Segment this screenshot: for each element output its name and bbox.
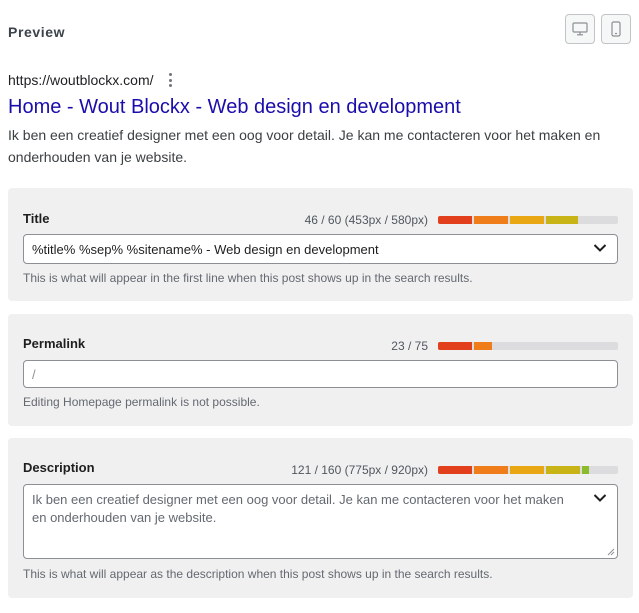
desktop-icon	[572, 22, 588, 36]
progress-segment	[546, 216, 578, 224]
desktop-preview-button[interactable]	[565, 14, 595, 44]
permalink-panel: Permalink 23 / 75 / Editing Homepage per…	[8, 314, 633, 426]
resize-handle-icon[interactable]	[607, 548, 615, 556]
permalink-progress-bar	[438, 342, 618, 350]
permalink-input[interactable]: /	[23, 360, 618, 388]
title-input[interactable]: %title% %sep% %sitename% - Web design en…	[23, 234, 618, 264]
description-panel: Description 121 / 160 (775px / 920px) Ik…	[8, 438, 633, 598]
progress-segment	[582, 466, 589, 474]
preview-heading: Preview	[8, 24, 66, 40]
serp-url: https://woutblockx.com/	[8, 72, 154, 88]
description-label: Description	[23, 460, 95, 475]
title-label: Title	[23, 211, 50, 226]
permalink-input-value: /	[32, 367, 36, 382]
description-help-text: This is what will appear as the descript…	[23, 567, 493, 581]
permalink-counter: 23 / 75	[391, 339, 428, 353]
progress-segment	[438, 216, 472, 224]
more-options-icon	[166, 73, 176, 87]
description-textarea[interactable]: Ik ben een creatief designer met een oog…	[23, 484, 618, 559]
title-help-text: This is what will appear in the first li…	[23, 271, 473, 285]
description-counter: 121 / 160 (775px / 920px)	[291, 463, 428, 477]
progress-segment	[438, 342, 472, 350]
title-counter: 46 / 60 (453px / 580px)	[304, 213, 428, 227]
title-progress-bar	[438, 216, 618, 224]
progress-segment	[474, 216, 508, 224]
description-progress-bar	[438, 466, 618, 474]
progress-segment	[510, 216, 544, 224]
progress-segment	[546, 466, 580, 474]
serp-title[interactable]: Home - Wout Blockx - Web design en devel…	[8, 96, 461, 119]
chevron-down-icon[interactable]	[593, 243, 607, 253]
description-textarea-value: Ik ben een creatief designer met een oog…	[32, 492, 564, 525]
mobile-icon	[611, 21, 621, 37]
progress-segment	[438, 466, 472, 474]
chevron-down-icon[interactable]	[593, 493, 607, 503]
serp-url-row: https://woutblockx.com/	[8, 72, 176, 88]
progress-segment	[474, 342, 492, 350]
title-input-value: %title% %sep% %sitename% - Web design en…	[32, 242, 379, 257]
progress-segment	[474, 466, 508, 474]
permalink-label: Permalink	[23, 336, 86, 351]
mobile-preview-button[interactable]	[601, 14, 631, 44]
permalink-help-text: Editing Homepage permalink is not possib…	[23, 395, 260, 409]
progress-segment	[510, 466, 544, 474]
title-panel: Title 46 / 60 (453px / 580px) %title% %s…	[8, 188, 633, 301]
serp-description: Ik ben een creatief designer met een oog…	[8, 127, 601, 165]
